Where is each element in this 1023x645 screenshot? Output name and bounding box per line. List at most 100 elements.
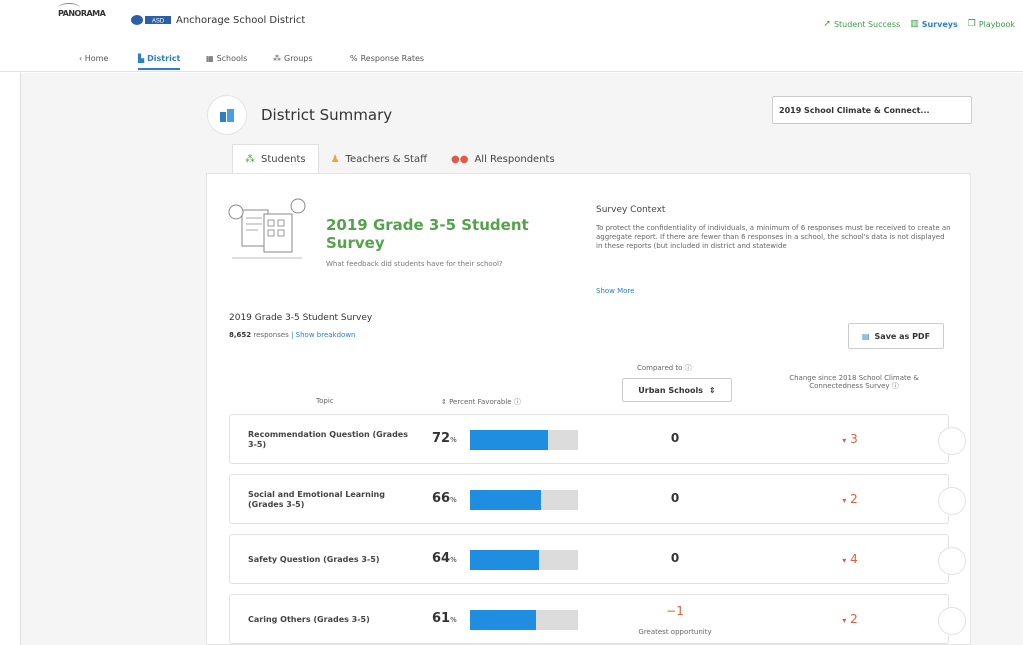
expand-row-icon[interactable] [938, 547, 966, 575]
row-compared: 0 [670, 551, 680, 565]
percent-bar-fill [470, 610, 536, 630]
district-logo-text: ASD [152, 19, 165, 25]
row-change-value: 2 [850, 492, 858, 506]
students-icon: ⁂ [245, 154, 255, 165]
nav-district[interactable]: ▙ District [138, 54, 181, 70]
table-row[interactable]: Safety Question (Grades 3-5) 64% 0 ▾ 4 [229, 534, 966, 584]
district-icon: ▙ [138, 54, 145, 63]
row-topic[interactable]: Safety Question (Grades 3-5) [248, 555, 408, 565]
percent-bar-fill [470, 430, 548, 450]
percent-bar [470, 490, 578, 510]
surveys-link[interactable]: ▥ Surveys [910, 19, 958, 29]
save-pdf-button[interactable]: ▤ Save as PDF [848, 323, 944, 349]
response-rates-icon: % [350, 54, 358, 63]
row-change: ▾ 2 [815, 612, 885, 626]
expand-row-icon[interactable] [938, 487, 966, 515]
row-percent-unit: % [450, 616, 457, 624]
student-success-link[interactable]: ➚ Student Success [823, 19, 900, 29]
tab-students[interactable]: ⁂ Students [232, 144, 319, 174]
down-arrow-icon: ▾ [842, 556, 847, 565]
district-logo: ASD [131, 15, 171, 25]
column-header-change: Change since 2018 School Climate & Conne… [789, 374, 919, 390]
row-compared: 0 [670, 431, 680, 445]
nav-groups-label: Groups [284, 54, 313, 63]
all-respondents-icon: ●● [451, 153, 469, 165]
survey-context-title: Survey Context [596, 205, 666, 215]
survey-context-body: To protect the confidentiality of indivi… [596, 224, 951, 250]
surveys-label: Surveys [921, 19, 958, 29]
row-change-value: 3 [850, 432, 858, 446]
sort-icon: ⇕ [709, 385, 716, 395]
row-change: ▾ 2 [815, 492, 885, 506]
nav-response-rates[interactable]: % Response Rates [350, 54, 424, 63]
row-percent: 72% [432, 431, 457, 446]
buildings-icon [220, 109, 234, 122]
playbook-link[interactable]: ❐ Playbook [968, 19, 1015, 29]
row-compared: −1 [666, 604, 684, 618]
nav-response-rates-label: Response Rates [360, 54, 425, 63]
compare-value: Urban Schools [638, 385, 704, 395]
row-percent-unit: % [450, 496, 457, 504]
percent-bar-fill [470, 550, 540, 570]
expand-row-icon[interactable] [938, 427, 966, 455]
district-summary-icon [207, 95, 247, 135]
tab-students-label: Students [261, 154, 306, 165]
survey-subtitle: 2019 Grade 3-5 Student Survey [229, 313, 373, 323]
row-percent-value: 64 [432, 551, 451, 566]
responses-count: 8,652 [229, 331, 252, 339]
save-pdf-label: Save as PDF [874, 331, 931, 341]
nav-schools[interactable]: ▦ Schools [206, 54, 247, 63]
column-header-compared: Compared to ⓘ [637, 364, 692, 372]
survey-illustration-icon [228, 198, 306, 259]
row-change: ▾ 4 [815, 552, 885, 566]
survey-dropdown[interactable]: 2019 School Climate & Connect... [772, 96, 972, 124]
column-header-percent[interactable]: ⇕ Percent Favorable ⓘ [441, 397, 521, 407]
row-change-value: 2 [850, 612, 858, 626]
row-percent: 64% [432, 551, 457, 566]
tab-teachers-label: Teachers & Staff [345, 153, 427, 165]
row-percent-value: 72 [432, 431, 451, 446]
tab-all-respondents[interactable]: ●● All Respondents [439, 144, 567, 174]
nav-home[interactable]: ‹ Home [79, 54, 108, 63]
tab-all-label: All Respondents [474, 153, 555, 165]
responses-line: 8,652 responses | Show breakdown [229, 331, 355, 339]
expand-row-icon[interactable] [938, 607, 966, 635]
show-breakdown-link[interactable]: | Show breakdown [291, 331, 355, 339]
teacher-icon: ♟ [330, 153, 340, 165]
nav-groups[interactable]: ⁂ Groups [273, 54, 313, 63]
table-row[interactable]: Social and Emotional Learning (Grades 3-… [229, 474, 966, 524]
down-arrow-icon: ▾ [842, 436, 847, 445]
chart-icon: ▥ [910, 19, 919, 29]
down-arrow-icon: ▾ [842, 616, 847, 625]
percent-bar [470, 610, 578, 630]
percent-bar [470, 430, 578, 450]
playbook-label: Playbook [978, 19, 1015, 29]
row-topic[interactable]: Recommendation Question (Grades 3-5) [248, 430, 408, 450]
percent-bar-fill [470, 490, 542, 510]
show-more-link[interactable]: Show More [596, 287, 634, 295]
table-row[interactable]: Caring Others (Grades 3-5) 61% −1 Greate… [229, 594, 966, 644]
survey-heading: 2019 Grade 3-5 Student Survey [326, 216, 529, 252]
row-change-value: 4 [850, 552, 858, 566]
groups-icon: ⁂ [273, 54, 281, 63]
row-topic[interactable]: Caring Others (Grades 3-5) [248, 615, 408, 625]
responses-label: responses [253, 331, 289, 339]
row-percent: 61% [432, 611, 457, 626]
row-compared-note: Greatest opportunity [638, 628, 712, 636]
tab-teachers-staff[interactable]: ♟ Teachers & Staff [319, 144, 439, 174]
nav-district-label: District [147, 54, 181, 63]
row-topic[interactable]: Social and Emotional Learning (Grades 3-… [248, 490, 408, 510]
top-links: ➚ Student Success ▥ Surveys ❐ Playbook [823, 19, 1015, 29]
table-row[interactable]: Recommendation Question (Grades 3-5) 72%… [229, 414, 966, 464]
column-header-topic: Topic [316, 397, 334, 405]
sub-navigation: ‹ Home ▙ District ▦ Schools ⁂ Groups % R… [0, 48, 1023, 72]
row-percent-value: 61 [432, 611, 451, 626]
row-compared: 0 [670, 491, 680, 505]
respondent-tabs: ⁂ Students ♟ Teachers & Staff ●● All Res… [232, 144, 567, 174]
compare-dropdown[interactable]: Urban Schools ⇕ [622, 378, 732, 402]
percent-bar [470, 550, 578, 570]
book-icon: ❐ [967, 19, 976, 29]
panorama-logo[interactable]: PANORAMA [58, 9, 106, 18]
district-name: Anchorage School District [176, 15, 306, 26]
top-header: PANORAMA ASD Anchorage School District ➚… [0, 0, 1023, 44]
